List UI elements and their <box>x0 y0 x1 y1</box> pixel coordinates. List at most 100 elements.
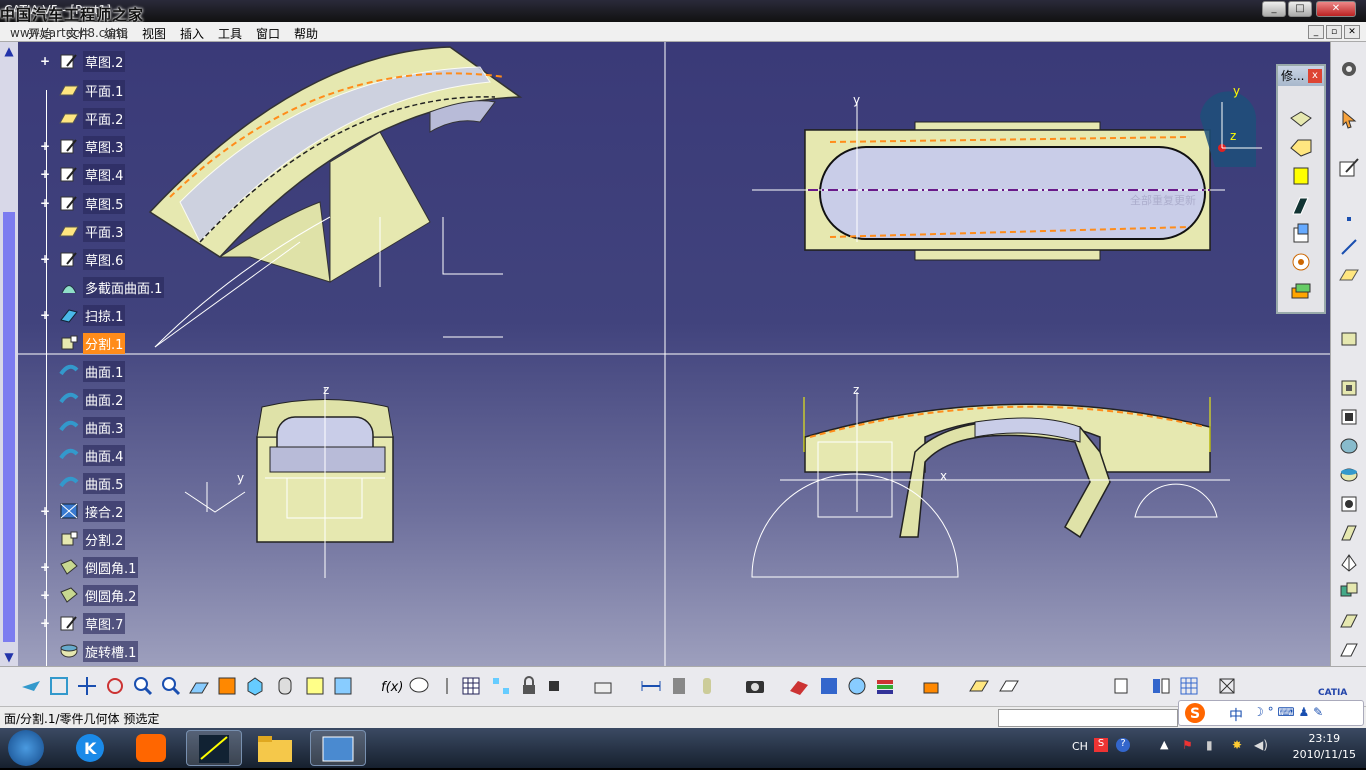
body-icon[interactable] <box>1110 675 1132 697</box>
formula-icon[interactable]: f(x) <box>380 675 403 697</box>
expand-icon[interactable]: + <box>40 139 50 153</box>
action-center-icon[interactable]: ⚑ <box>1182 738 1193 752</box>
expand-icon[interactable]: + <box>40 588 50 602</box>
tree-item[interactable]: + 接合.2 <box>40 500 126 522</box>
tree-scrollbar[interactable]: ▲ ▼ <box>0 42 18 666</box>
rotate-icon[interactable] <box>104 675 126 697</box>
tree-item[interactable]: 曲面.3 <box>40 416 126 438</box>
tree-item[interactable]: + 草图.5 <box>40 192 126 214</box>
floating-toolbar-close-icon[interactable]: x <box>1308 69 1322 83</box>
menu-help[interactable]: 帮助 <box>294 25 318 42</box>
tree-item[interactable]: 曲面.5 <box>40 472 126 494</box>
render-icon[interactable] <box>818 675 840 697</box>
graph-icon[interactable] <box>490 675 512 697</box>
line-icon[interactable] <box>1338 236 1360 258</box>
fit-all-icon[interactable] <box>48 675 70 697</box>
expand-icon[interactable]: + <box>40 54 50 68</box>
tree-item[interactable]: + 倒圆角.1 <box>40 556 139 578</box>
tree-label[interactable]: 扫掠.1 <box>83 304 126 326</box>
snap-icon[interactable] <box>1216 675 1238 697</box>
start-button-icon[interactable] <box>8 730 44 766</box>
ime-toolbar[interactable]: S 中 ☽ ° ⌨ ♟ ✎ <box>1178 700 1364 726</box>
moon-icon[interactable]: ☽ ° ⌨ ♟ ✎ <box>1253 705 1323 719</box>
expand-icon[interactable]: + <box>40 252 50 266</box>
tree-item[interactable]: 曲面.1 <box>40 360 126 382</box>
tree-label[interactable]: 倒圆角.2 <box>83 584 139 606</box>
knowledge-icon[interactable] <box>546 675 568 697</box>
lock-icon[interactable] <box>518 675 540 697</box>
menu-window[interactable]: 窗口 <box>256 25 280 42</box>
tree-label[interactable]: 平面.1 <box>83 79 126 101</box>
scroll-down-icon[interactable]: ▼ <box>2 650 16 664</box>
tree-label[interactable]: 旋转槽.1 <box>83 640 139 662</box>
shell-tool-icon[interactable] <box>1288 194 1314 218</box>
tree-item[interactable]: + 扫掠.1 <box>40 304 126 326</box>
kugou-app-icon[interactable]: K <box>62 730 118 766</box>
material-icon[interactable] <box>788 675 810 697</box>
browser-app-icon[interactable] <box>124 730 180 766</box>
ime-mode-label[interactable]: 中 <box>1229 705 1243 725</box>
point-icon[interactable] <box>1338 208 1360 230</box>
tree-label[interactable]: 草图.2 <box>83 50 126 72</box>
tree-item[interactable]: 平面.1 <box>40 79 126 101</box>
shading-icon[interactable] <box>274 675 296 697</box>
catia-app-icon[interactable] <box>186 730 242 766</box>
hide-show-icon[interactable] <box>304 675 326 697</box>
maximize-button[interactable]: □ <box>1288 1 1312 17</box>
expand-icon[interactable]: + <box>40 504 50 518</box>
menu-view[interactable]: 视图 <box>142 25 166 42</box>
plane-tool-icon[interactable] <box>1338 264 1360 286</box>
zoom-in-icon[interactable] <box>132 675 154 697</box>
tree-label[interactable]: 接合.2 <box>83 500 126 522</box>
tree-item[interactable]: 分割.2 <box>40 528 126 550</box>
mdi-minimize-button[interactable]: _ <box>1308 25 1324 39</box>
network-icon[interactable]: ▮ <box>1206 738 1213 752</box>
expand-icon[interactable]: + <box>40 308 50 322</box>
menu-tools[interactable]: 工具 <box>218 25 242 42</box>
menu-insert[interactable]: 插入 <box>180 25 204 42</box>
compare-icon[interactable] <box>1150 675 1172 697</box>
minimize-button[interactable]: _ <box>1262 1 1286 17</box>
layers-icon[interactable] <box>874 675 896 697</box>
tree-item[interactable]: 曲面.2 <box>40 388 126 410</box>
tree-item[interactable]: + 草图.3 <box>40 135 126 157</box>
law-icon[interactable] <box>436 675 458 697</box>
normal-view-icon[interactable] <box>188 675 210 697</box>
tree-item[interactable]: + 草图.2 <box>40 50 126 72</box>
loft-icon[interactable] <box>1338 638 1360 660</box>
capture-icon[interactable] <box>744 675 766 697</box>
help-tray-icon[interactable]: ? <box>1116 738 1130 752</box>
grid-icon[interactable] <box>1178 675 1200 697</box>
volume-icon[interactable]: ◀) <box>1254 738 1268 752</box>
pan-icon[interactable] <box>76 675 98 697</box>
swap-space-icon[interactable] <box>332 675 354 697</box>
draft-tool-icon[interactable] <box>1288 164 1314 188</box>
tree-label[interactable]: 草图.3 <box>83 135 126 157</box>
sogou-tray-icon[interactable]: S <box>1094 738 1108 752</box>
scroll-up-icon[interactable]: ▲ <box>2 44 16 58</box>
update-icon[interactable] <box>592 675 614 697</box>
solid-combine-icon[interactable] <box>1338 580 1360 602</box>
sketch-tool-icon[interactable] <box>968 675 990 697</box>
tree-item[interactable]: 分割.1 <box>40 332 126 354</box>
tree-item[interactable]: + 草图.7 <box>40 612 126 634</box>
explorer-app-icon[interactable] <box>248 730 304 766</box>
iso-view-icon[interactable] <box>244 675 266 697</box>
language-indicator[interactable]: CH <box>1072 740 1088 753</box>
tree-label[interactable]: 曲面.1 <box>83 360 126 382</box>
tree-label[interactable]: 平面.2 <box>83 107 126 129</box>
command-input[interactable] <box>998 709 1178 727</box>
tree-item[interactable]: 曲面.4 <box>40 444 126 466</box>
tree-label[interactable]: 曲面.2 <box>83 388 126 410</box>
tree-label[interactable]: 草图.6 <box>83 248 126 270</box>
tree-label[interactable]: 曲面.5 <box>83 472 126 494</box>
zoom-out-icon[interactable] <box>160 675 182 697</box>
shaft-icon[interactable] <box>1338 406 1360 428</box>
pad-icon[interactable] <box>1338 327 1360 349</box>
scroll-thumb[interactable] <box>3 212 15 642</box>
tree-label[interactable]: 草图.7 <box>83 612 126 634</box>
fillet-tool-icon[interactable] <box>1288 108 1314 132</box>
sketcher-icon[interactable] <box>1338 156 1360 178</box>
fly-icon[interactable] <box>20 675 42 697</box>
tray-expand-icon[interactable]: ▲ <box>1160 738 1168 751</box>
